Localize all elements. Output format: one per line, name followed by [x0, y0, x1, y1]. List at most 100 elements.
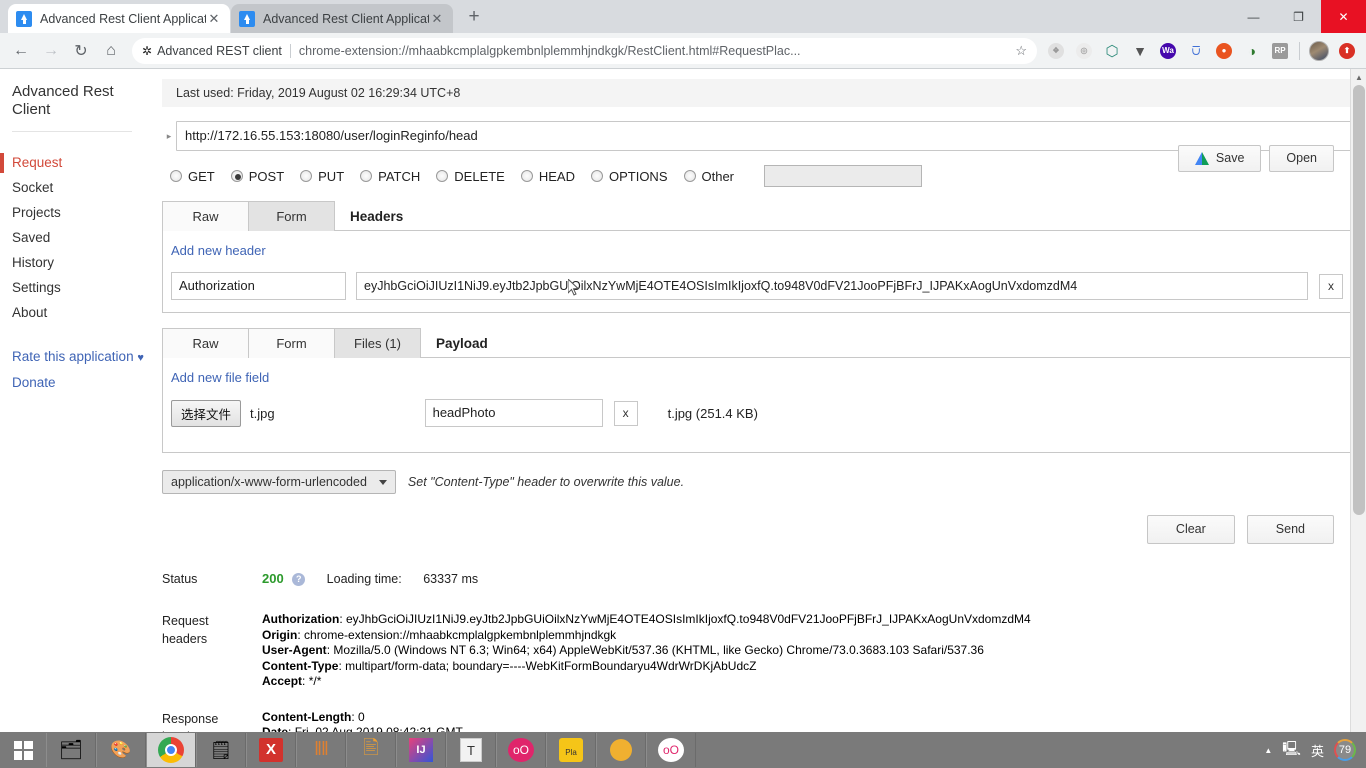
open-button[interactable]: Open — [1269, 145, 1334, 172]
radio-delete[interactable] — [436, 170, 449, 182]
molecule-extension-icon[interactable]: ⩂ — [1183, 38, 1209, 64]
sidebar-item-socket[interactable]: Socket — [12, 175, 150, 200]
update-icon[interactable]: ⬆ — [1334, 38, 1360, 64]
sidebar-item-about[interactable]: About — [12, 300, 150, 325]
sidebar-item-history[interactable]: History — [12, 250, 150, 275]
tray-ime-icon[interactable]: 英 — [1311, 741, 1324, 760]
sidebar-item-request[interactable]: Request — [0, 150, 150, 175]
donate-link[interactable]: Donate — [12, 373, 150, 397]
minimize-button[interactable]: — — [1231, 0, 1276, 33]
browser-tab-1[interactable]: Advanced Rest Client Applicat ✕ — [8, 4, 230, 33]
reload-icon[interactable]: ↻ — [66, 36, 96, 66]
taskbar-google-chrome-icon[interactable] — [146, 733, 196, 767]
rp-extension-icon[interactable]: RP — [1267, 38, 1293, 64]
tray-battery-badge[interactable]: 79 — [1334, 739, 1356, 761]
header-name-input[interactable]: Authorization — [171, 272, 346, 300]
start-button[interactable] — [0, 732, 46, 768]
reader-extension-icon[interactable]: ◑ — [1239, 38, 1265, 64]
tab-headers-headers[interactable]: Headers — [334, 202, 403, 231]
other-method-input[interactable] — [764, 165, 923, 187]
address-bar[interactable]: ✲ Advanced REST client chrome-extension:… — [132, 37, 1037, 64]
tab-body-raw[interactable]: Raw — [162, 328, 249, 358]
file-field-name-input[interactable]: headPhoto — [424, 399, 603, 427]
add-new-file-field-link[interactable]: Add new file field — [171, 370, 1343, 385]
rate-application-link[interactable]: Rate this application ♥ — [12, 347, 150, 373]
headers-panel: Raw Form Headers Add new header Authoriz… — [162, 201, 1352, 314]
chosen-file-label: t.jpg — [250, 405, 275, 421]
method-put[interactable]: PUT — [300, 169, 344, 184]
sidebar-item-projects[interactable]: Projects — [12, 200, 150, 225]
chevron-right-icon[interactable]: ▸ — [162, 131, 176, 142]
home-icon[interactable]: ⌂ — [96, 36, 126, 66]
browser-tab-2[interactable]: Advanced Rest Client Applicat ✕ — [231, 4, 453, 33]
help-icon[interactable]: ? — [292, 573, 306, 586]
method-other[interactable]: Other — [683, 169, 734, 184]
window-controls: — ❐ ✕ — [1231, 0, 1366, 33]
ubuntu-extension-icon[interactable]: ● — [1211, 38, 1237, 64]
taskbar-tiger-app-icon[interactable] — [596, 733, 646, 767]
vertical-scrollbar[interactable]: ▲ ▼ — [1350, 69, 1366, 768]
radio-options[interactable] — [590, 170, 603, 182]
taskbar-navicat-app-icon[interactable]: 🖹 — [346, 733, 396, 767]
header-value-input[interactable]: eyJhbGciOiJIUzI1NiJ9.eyJtb2JpbGUiOilxNzY… — [356, 272, 1308, 300]
clear-button[interactable]: Clear — [1146, 515, 1235, 544]
taskbar-oo-white-app-icon[interactable]: oO — [646, 733, 696, 767]
send-button[interactable]: Send — [1246, 515, 1334, 544]
radio-get[interactable] — [170, 170, 182, 182]
graphql-extension-icon[interactable]: ⬡ — [1099, 38, 1125, 64]
forward-icon[interactable]: → — [36, 36, 66, 66]
url-input[interactable]: http://172.16.55.153:18080/user/loginReg… — [176, 121, 1352, 151]
tray-overflow-icon[interactable]: ▲ — [1264, 746, 1272, 755]
radio-post[interactable] — [230, 170, 243, 182]
puzzle-extension-icon[interactable]: ❖ — [1043, 38, 1069, 64]
method-delete[interactable]: DELETE — [436, 169, 505, 184]
new-tab-button[interactable]: + — [460, 4, 488, 32]
save-button[interactable]: Save — [1177, 145, 1262, 172]
scroll-up-icon[interactable]: ▲ — [1351, 69, 1366, 85]
tab-body-files[interactable]: Files (1) — [334, 328, 421, 358]
radio-patch[interactable] — [360, 170, 373, 182]
remove-header-button[interactable]: x — [1319, 273, 1343, 299]
radio-put[interactable] — [300, 170, 313, 182]
sidebar-item-saved[interactable]: Saved — [12, 225, 150, 250]
choose-file-button[interactable]: 选择文件 — [171, 399, 242, 427]
taskbar-file-explorer-icon[interactable]: 🗂 — [46, 733, 96, 767]
method-head[interactable]: HEAD — [520, 169, 575, 184]
maximize-button[interactable]: ❐ — [1276, 0, 1321, 33]
taskbar-xmind-app-icon[interactable]: X — [246, 733, 296, 767]
method-get[interactable]: GET — [170, 169, 215, 184]
method-post[interactable]: POST — [230, 169, 284, 184]
remove-file-field-button[interactable]: x — [613, 400, 638, 426]
close-window-button[interactable]: ✕ — [1321, 0, 1366, 33]
avatar[interactable] — [1306, 38, 1332, 64]
scrollbar-thumb[interactable] — [1353, 85, 1365, 515]
add-new-header-link[interactable]: Add new header — [171, 243, 1343, 258]
bookmark-star-icon[interactable]: ☆ — [1015, 43, 1027, 59]
tab-body-payload[interactable]: Payload — [420, 329, 488, 358]
arc-favicon-icon — [239, 10, 255, 27]
browser-tab-1-close-icon[interactable]: ✕ — [206, 11, 222, 27]
tab-body-form[interactable]: Form — [248, 328, 335, 358]
taskbar-oo-app-icon[interactable]: oO — [496, 733, 546, 767]
taskbar-intellij-idea-icon[interactable]: IJ — [396, 733, 446, 767]
method-options[interactable]: OPTIONS — [590, 169, 668, 184]
radio-head[interactable] — [520, 170, 533, 182]
method-patch[interactable]: PATCH — [360, 169, 420, 184]
taskbar-stripes-app-icon[interactable]: ‖‖ — [296, 733, 346, 767]
vue-devtools-icon[interactable]: ▼ — [1127, 38, 1153, 64]
taskbar-notepad-plus-icon[interactable]: 🗒 — [196, 733, 246, 767]
tray-network-icon[interactable]: 🖳 — [1282, 738, 1301, 762]
sidebar-divider — [12, 131, 132, 132]
taskbar-paint-app-icon[interactable]: 🎨 — [96, 733, 146, 767]
taskbar-potplayer-app-icon[interactable]: Pla — [546, 733, 596, 767]
sidebar-item-settings[interactable]: Settings — [12, 275, 150, 300]
wappalyzer-icon[interactable]: Wa — [1155, 38, 1181, 64]
tab-headers-form[interactable]: Form — [248, 201, 335, 231]
taskbar-typora-app-icon[interactable]: T — [446, 733, 496, 767]
content-type-select[interactable]: application/x-www-form-urlencoded — [162, 470, 396, 494]
radio-other[interactable] — [683, 170, 696, 182]
target-extension-icon[interactable]: ◎ — [1071, 38, 1097, 64]
tab-headers-raw[interactable]: Raw — [162, 201, 249, 231]
browser-tab-2-close-icon[interactable]: ✕ — [429, 11, 445, 27]
back-icon[interactable]: ← — [6, 36, 36, 66]
